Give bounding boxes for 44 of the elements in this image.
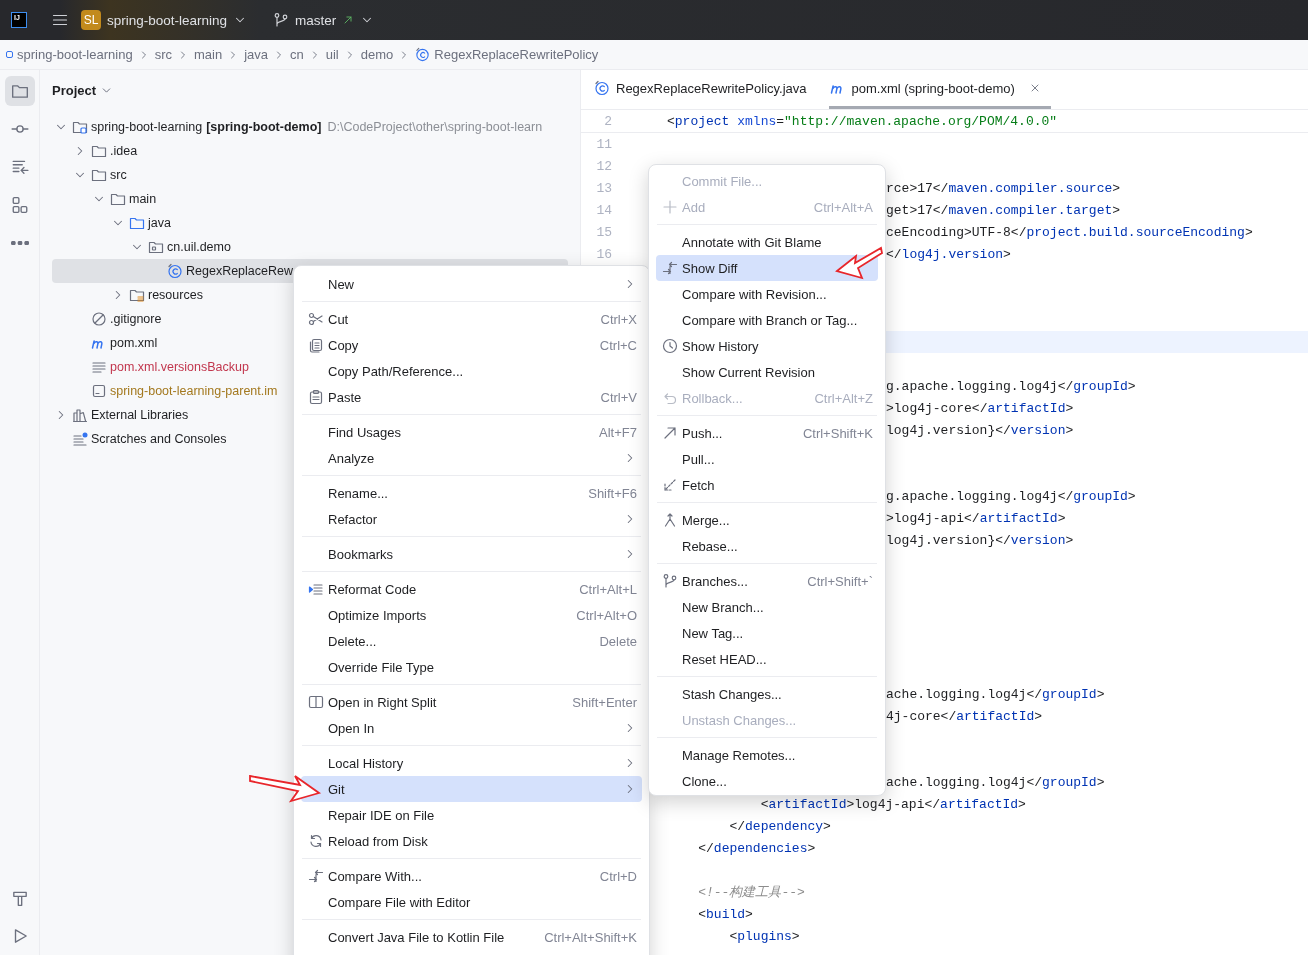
module-name: [spring-boot-demo] (206, 120, 322, 134)
code-line: <project xmlns="http://maven.apache.org/POM/4.0.0" (667, 113, 1058, 129)
tree-label: src (110, 168, 127, 182)
code-line: <artifactId>log4j-api</artifactId> (759, 796, 1026, 812)
tree-label: main (129, 192, 157, 206)
project-path: D:\CodeProject\other\spring-boot-learn (327, 120, 543, 134)
code-line: >log4j-core</artifactId> (886, 400, 1074, 416)
tree-label: .idea (110, 144, 138, 158)
line-number: 15 (595, 224, 612, 240)
line-number: 2 (603, 113, 612, 129)
code-line: 4j-core</artifactId> (886, 708, 1043, 724)
code-line: <plugins> (728, 928, 800, 944)
code-line: ceEncoding>UTF-8</project.build.sourceEncoding> (886, 224, 1253, 240)
project-badge: SL (81, 10, 101, 30)
code-line: get>17</maven.compiler.target> (886, 202, 1121, 218)
line-number: 11 (595, 136, 612, 152)
code-line: log4j.version}</version> (886, 422, 1074, 438)
code-line: g.apache.logging.log4j</groupId> (886, 378, 1136, 394)
code-line: ache.logging.log4j</groupId> (886, 686, 1105, 702)
code-comment: <!--构建工具--> (697, 884, 805, 901)
tree-label: .gitignore (110, 312, 162, 326)
line-number: 13 (595, 180, 612, 196)
tree-label: RegexReplaceRew (186, 264, 293, 278)
tree-label: resources (148, 288, 203, 302)
code-line: </log4j.version> (886, 246, 1011, 262)
code-line: >log4j-api</artifactId> (886, 510, 1066, 526)
tree-label: Scratches and Consoles (91, 432, 227, 446)
tree-label: cn.uil.demo (167, 240, 231, 254)
tree-label: External Libraries (91, 408, 189, 422)
code-line: </dependencies> (697, 840, 816, 856)
code-line: ache.logging.log4j</groupId> (886, 774, 1105, 790)
code-line: g.apache.logging.log4j</groupId> (886, 488, 1136, 504)
code-line: log4j.version}</version> (886, 532, 1074, 548)
code-line: </dependency> (728, 818, 831, 834)
tree-label: spring-boot-learning (91, 120, 203, 134)
code-line: <build> (697, 906, 753, 922)
tree-label: java (148, 216, 171, 230)
tree-label: spring-boot-learning-parent.im (110, 384, 278, 398)
line-number: 14 (595, 202, 612, 218)
code-line: rce>17</maven.compiler.source> (886, 180, 1121, 196)
tree-label: pom.xml (110, 336, 158, 350)
line-number: 16 (595, 246, 612, 262)
tree-label: pom.xml.versionsBackup (110, 360, 249, 374)
line-number: 12 (595, 158, 612, 174)
